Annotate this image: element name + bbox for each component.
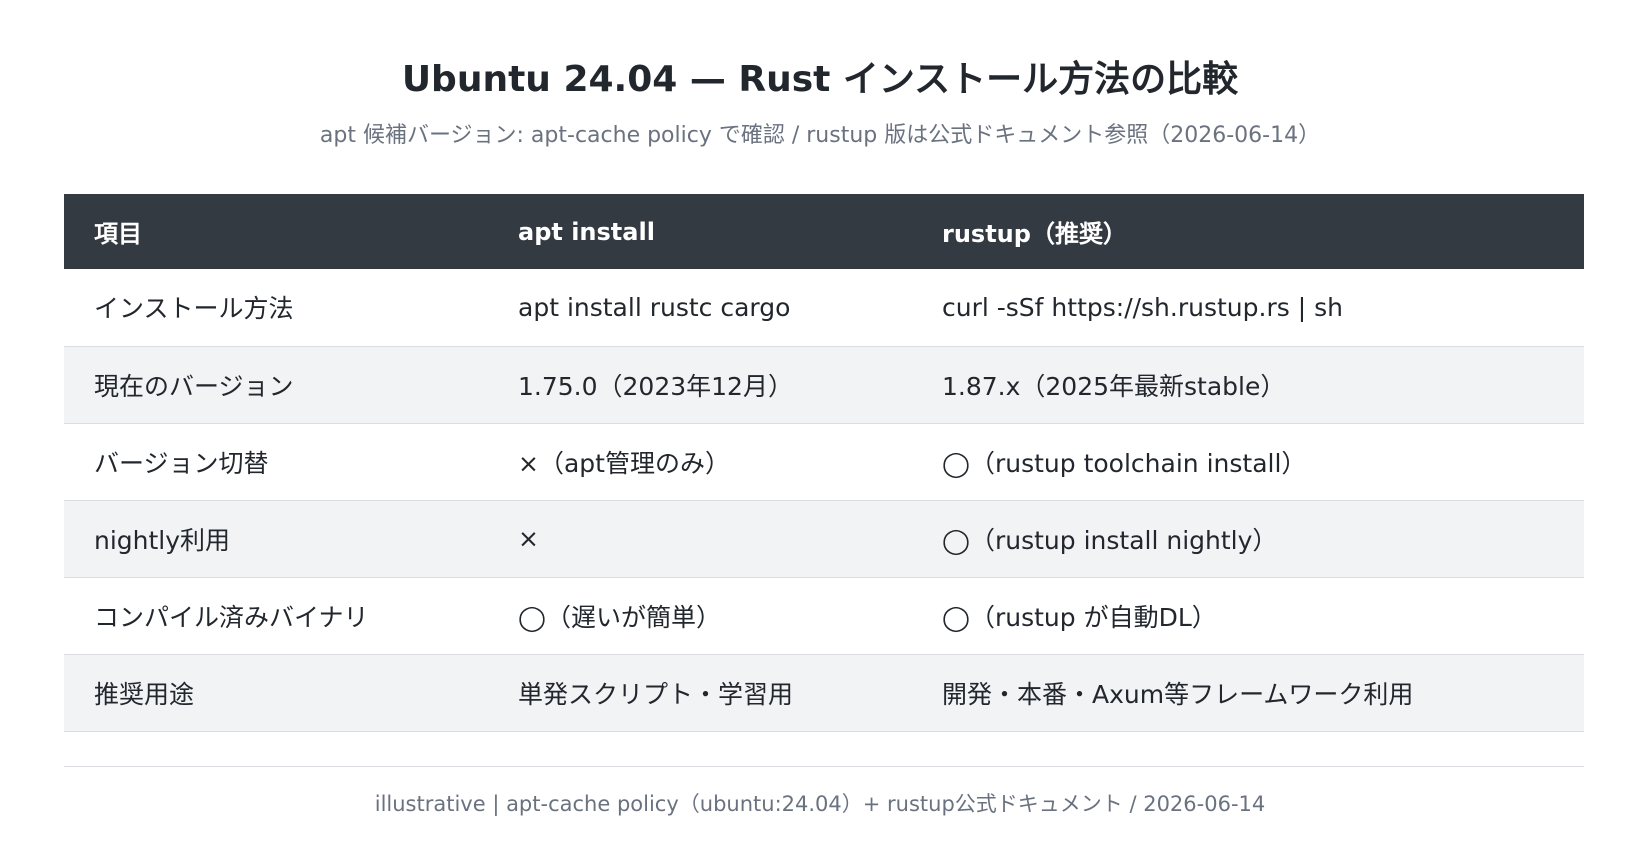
table-row: nightly利用 × ◯（rustup install nightly） [64,500,1584,577]
table-row: インストール方法 apt install rustc cargo curl -s… [64,269,1584,346]
rustup-cell: 1.87.x（2025年最新stable） [942,371,1286,401]
source-footnote: illustrative | apt-cache policy（ubuntu:2… [374,792,1266,816]
row-label: 推奨用途 [94,679,195,709]
apt-cell: ×（apt管理のみ） [518,448,730,478]
apt-cell: × [518,524,539,553]
header-rustup: rustup（推奨） [942,220,1127,248]
row-label: 現在のバージョン [94,371,294,401]
apt-cell: 1.75.0（2023年12月） [518,371,793,401]
apt-cell: ◯（遅いが簡単） [518,602,721,632]
rustup-cell: ◯（rustup が自動DL） [942,602,1217,632]
header-row: 項目 apt install rustup（推奨） [64,194,1584,269]
rustup-cell: 開発・本番・Axum等フレームワーク利用 [942,679,1414,709]
comparison-page: Ubuntu 24.04 — Rust インストール方法の比較 apt 候補バー… [0,0,1640,858]
table-header: 項目 apt install rustup（推奨） [64,194,1584,269]
row-label: インストール方法 [94,294,294,324]
table-body: インストール方法 apt install rustc cargo curl -s… [64,269,1584,731]
table-row: 推奨用途 単発スクリプト・学習用 開発・本番・Axum等フレームワーク利用 [64,654,1584,731]
row-label: バージョン切替 [94,448,269,478]
row-label: コンパイル済みバイナリ [94,602,369,632]
apt-cell: apt install rustc cargo [518,292,791,322]
table-row: コンパイル済みバイナリ ◯（遅いが簡単） ◯（rustup が自動DL） [64,577,1584,654]
header-apt: apt install [518,217,655,246]
apt-cell: 単発スクリプト・学習用 [518,679,794,709]
header-item: 項目 [94,220,142,248]
rustup-cell: curl -sSf https://sh.rustup.rs | sh [942,292,1343,322]
rustup-cell: ◯（rustup toolchain install） [942,448,1307,478]
comparison-table: 項目 apt install rustup（推奨） インストール方法 apt i… [64,194,1584,732]
rustup-cell: ◯（rustup install nightly） [942,525,1278,555]
page-title: Ubuntu 24.04 — Rust インストール方法の比較 [401,59,1239,100]
table-row: 現在のバージョン 1.75.0（2023年12月） 1.87.x（2025年最新… [64,346,1584,423]
footer-divider [64,766,1584,767]
row-label: nightly利用 [94,525,231,555]
table-row: バージョン切替 ×（apt管理のみ） ◯（rustup toolchain in… [64,423,1584,500]
page-subtitle: apt 候補バージョン: apt-cache policy で確認 / rust… [319,123,1321,148]
